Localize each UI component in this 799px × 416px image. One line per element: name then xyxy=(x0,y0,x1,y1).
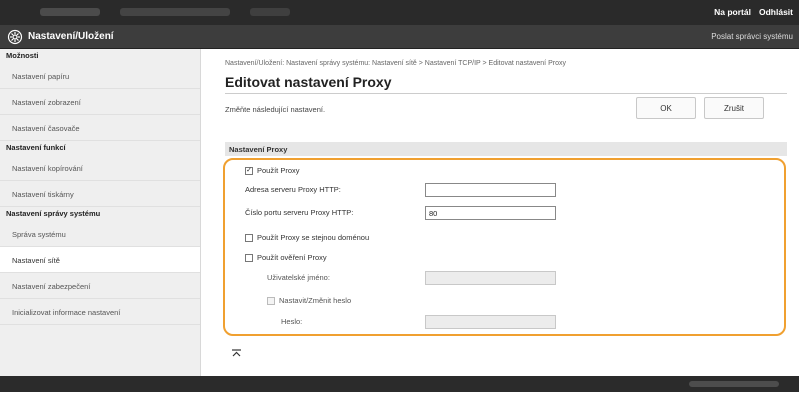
page-title: Editovat nastavení Proxy xyxy=(225,74,392,90)
use-proxy-label: Použít Proxy xyxy=(257,166,300,175)
set-password-label: Nastavit/Změnit heslo xyxy=(279,296,352,305)
ok-button[interactable]: OK xyxy=(636,97,696,119)
settings-gear-icon xyxy=(7,29,23,45)
blurred-text xyxy=(40,8,100,16)
header-title: Nastavení/Uložení xyxy=(28,31,114,42)
sidebar-item-security-settings[interactable]: Nastavení zabezpečení xyxy=(0,273,200,299)
proxy-auth-checkbox[interactable] xyxy=(245,253,253,262)
use-proxy-row: ✓ Použít Proxy xyxy=(245,166,300,175)
top-links: Na portál Odhlásit xyxy=(714,7,793,17)
sidebar-heading-function-settings: Nastavení funkcí xyxy=(6,143,66,152)
portal-link[interactable]: Na portál xyxy=(714,7,751,17)
sidebar-heading-system-management: Nastavení správy systému xyxy=(6,209,101,218)
divider xyxy=(225,93,787,94)
header-bar: Nastavení/Uložení Poslat správci systému xyxy=(0,25,799,49)
blurred-text xyxy=(689,381,779,387)
collapse-up-icon[interactable] xyxy=(232,349,241,360)
http-proxy-port-input[interactable]: 80 xyxy=(425,206,556,220)
password-row: Heslo: xyxy=(281,317,302,326)
username-input[interactable] xyxy=(425,271,556,285)
http-proxy-address-input[interactable] xyxy=(425,183,556,197)
password-label: Heslo: xyxy=(281,317,303,326)
breadcrumb: Nastavení/Uložení: Nastavení správy syst… xyxy=(225,60,566,67)
sidebar-item-network-settings[interactable]: Nastavení sítě xyxy=(0,247,200,273)
logout-link[interactable]: Odhlásit xyxy=(759,7,793,17)
section-header: Nastavení Proxy xyxy=(225,142,787,156)
same-domain-row: Použít Proxy se stejnou doménou xyxy=(245,233,369,242)
sidebar-item-initialize-settings[interactable]: Inicializovat informace nastavení xyxy=(0,299,200,325)
sidebar-item-printer-settings[interactable]: Nastavení tiskárny xyxy=(0,181,200,207)
http-proxy-port-row: Číslo portu serveru Proxy HTTP: xyxy=(245,208,353,217)
footer xyxy=(0,376,799,416)
sidebar-item-timer-settings[interactable]: Nastavení časovače xyxy=(0,115,200,141)
sidebar-item-copy-settings[interactable]: Nastavení kopírování xyxy=(0,155,200,181)
sidebar-item-paper-settings[interactable]: Nastavení papíru xyxy=(0,63,200,89)
password-input[interactable] xyxy=(425,315,556,329)
set-password-row: Nastavit/Změnit heslo xyxy=(267,296,351,305)
cancel-button[interactable]: Zrušit xyxy=(704,97,764,119)
blurred-text xyxy=(120,8,230,16)
top-bar: Na portál Odhlásit xyxy=(0,0,799,25)
same-domain-label: Použít Proxy se stejnou doménou xyxy=(257,233,370,242)
set-password-checkbox[interactable] xyxy=(267,296,275,305)
username-label: Uživatelské jméno: xyxy=(267,273,330,282)
same-domain-checkbox[interactable] xyxy=(245,233,253,242)
use-proxy-checkbox[interactable]: ✓ xyxy=(245,166,253,175)
footer-bar xyxy=(0,376,799,392)
sidebar-heading-options: Možnosti xyxy=(6,51,39,60)
sidebar-item-system-management[interactable]: Správa systému xyxy=(0,221,200,247)
sidebar: Možnosti Nastavení papíru Nastavení zobr… xyxy=(0,49,201,376)
proxy-auth-label: Použít ověření Proxy xyxy=(257,253,327,262)
send-to-admin-link[interactable]: Poslat správci systému xyxy=(711,32,793,41)
blurred-text xyxy=(250,8,290,16)
sidebar-item-display-settings[interactable]: Nastavení zobrazení xyxy=(0,89,200,115)
username-row: Uživatelské jméno: xyxy=(267,273,330,282)
http-proxy-address-label: Adresa serveru Proxy HTTP: xyxy=(245,185,341,194)
http-proxy-address-row: Adresa serveru Proxy HTTP: xyxy=(245,185,341,194)
proxy-auth-row: Použít ověření Proxy xyxy=(245,253,327,262)
http-proxy-port-label: Číslo portu serveru Proxy HTTP: xyxy=(245,208,354,217)
instruction-text: Změňte následující nastavení. xyxy=(225,105,326,114)
